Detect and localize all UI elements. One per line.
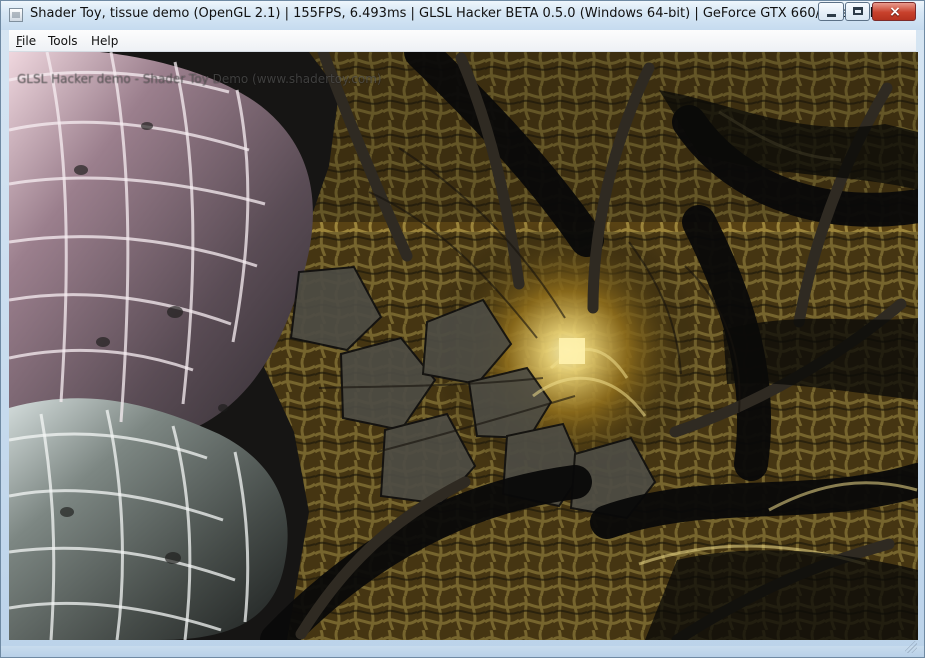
menu-file[interactable]: File — [16, 33, 36, 49]
shader-scene — [9, 52, 918, 640]
resize-grip-icon[interactable] — [905, 641, 917, 653]
minimize-button[interactable] — [818, 2, 844, 21]
maximize-icon — [853, 7, 863, 15]
menu-tools[interactable]: Tools — [48, 33, 78, 49]
maximize-button[interactable] — [845, 2, 870, 21]
window-title: Shader Toy, tissue demo (OpenGL 2.1) | 1… — [30, 6, 887, 21]
menu-bar: File Tools Help — [9, 30, 916, 52]
minimize-icon — [827, 14, 836, 17]
close-button[interactable]: × — [872, 2, 916, 21]
application-icon — [9, 8, 23, 22]
application-window: Shader Toy, tissue demo (OpenGL 2.1) | 1… — [0, 0, 925, 658]
title-bar[interactable]: Shader Toy, tissue demo (OpenGL 2.1) | 1… — [1, 1, 924, 30]
close-icon: × — [889, 4, 901, 20]
window-controls: × — [818, 2, 918, 22]
render-viewport[interactable]: GLSL Hacker demo - Shader Toy Demo (www.… — [9, 52, 918, 640]
menu-help[interactable]: Help — [91, 33, 118, 49]
menu-file-rest: ile — [22, 34, 37, 48]
window-bottom-border[interactable] — [1, 646, 924, 657]
shader-demo-caption: GLSL Hacker demo - Shader Toy Demo (www.… — [17, 72, 382, 86]
